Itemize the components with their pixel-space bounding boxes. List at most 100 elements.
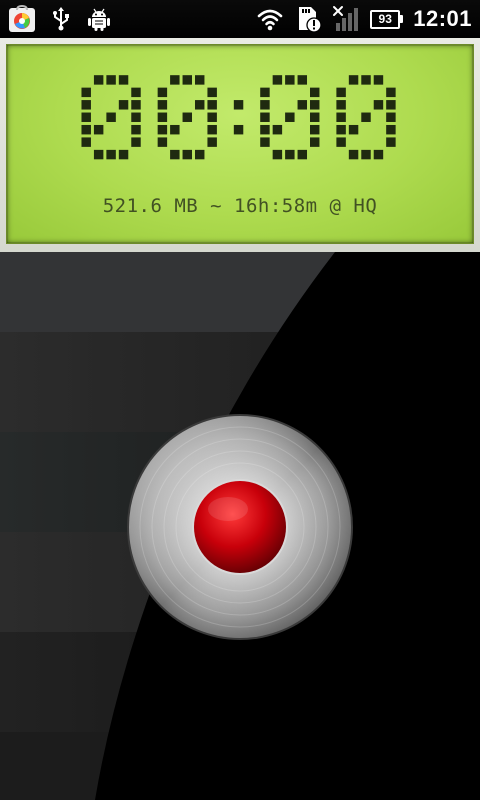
- battery-indicator: 93: [370, 9, 404, 29]
- lcd-pixel: [386, 137, 396, 147]
- lcd-pixel: [207, 100, 217, 110]
- lcd-pixel: [157, 112, 168, 122]
- record-button[interactable]: [126, 413, 354, 641]
- lcd-pixel: [348, 75, 359, 85]
- lcd-pixel: [309, 87, 320, 98]
- recording-timer: [81, 75, 396, 160]
- lcd-pixel: [373, 100, 384, 110]
- status-bar: 93 12:01: [0, 0, 480, 38]
- timer-colon: [233, 100, 244, 135]
- lcd-pixel: [260, 112, 270, 122]
- lcd-pixel: [118, 100, 129, 110]
- lcd-pixel: [81, 124, 91, 135]
- lcd-pixel: [361, 149, 371, 160]
- wifi-icon: [257, 9, 283, 31]
- lcd-pixel: [348, 124, 359, 135]
- lcd-pixel: [93, 149, 104, 160]
- lcd-pixel: [309, 137, 320, 147]
- lcd-pixel: [170, 124, 180, 135]
- lcd-pixel: [157, 87, 168, 98]
- lcd-pixel: [309, 124, 320, 135]
- lcd-pixel: [131, 100, 141, 110]
- lcd-pixel: [93, 75, 104, 85]
- lcd-pixel: [118, 149, 129, 160]
- lcd-pixel: [81, 112, 91, 122]
- lcd-pixel: [297, 100, 308, 110]
- lcd-pixel: [131, 137, 141, 147]
- lcd-pixel: [386, 124, 396, 135]
- sd-card-alert-icon: [299, 7, 322, 33]
- lcd-pixel: [297, 149, 308, 160]
- lcd-pixel: [285, 75, 295, 85]
- timer-digit: [81, 75, 141, 160]
- lcd-pixel: [157, 100, 168, 110]
- timer-digit: [336, 75, 396, 160]
- lcd-pixel: [336, 137, 346, 147]
- lcd-pixel: [81, 87, 91, 98]
- lcd-pixel: [361, 112, 371, 122]
- status-clock: 12:01: [413, 6, 472, 31]
- lcd-pixel: [260, 100, 270, 110]
- lcd-pixel: [157, 137, 168, 147]
- lcd-pixel: [285, 149, 295, 160]
- lcd-frame: 521.6 MB ~ 16h:58m @ HQ: [0, 38, 480, 252]
- lcd-pixel: [170, 149, 180, 160]
- lcd-pixel: [81, 137, 91, 147]
- record-icon: [127, 414, 353, 640]
- usb-icon: [53, 7, 69, 31]
- lcd-pixel: [373, 75, 384, 85]
- lcd-pixel: [309, 112, 320, 122]
- lcd-pixel: [182, 149, 193, 160]
- lcd-pixel: [285, 112, 295, 122]
- lcd-pixel: [272, 149, 283, 160]
- lcd-pixel: [309, 100, 320, 110]
- lcd-pixel: [118, 75, 129, 85]
- lcd-pixel: [260, 124, 270, 135]
- lcd-pixel: [260, 137, 270, 147]
- lcd-pixel: [194, 100, 205, 110]
- lcd-pixel: [194, 149, 205, 160]
- lcd-pixel: [336, 87, 346, 98]
- lcd-pixel: [131, 112, 141, 122]
- lcd-pixel: [182, 112, 193, 122]
- lcd-pixel: [207, 112, 217, 122]
- lcd-pixel: [81, 100, 91, 110]
- lcd-pixel: [106, 75, 116, 85]
- lcd-pixel: [207, 124, 217, 135]
- lcd-pixel: [386, 100, 396, 110]
- lcd-pixel: [194, 75, 205, 85]
- lcd-pixel: [260, 87, 270, 98]
- lcd-pixel: [207, 87, 217, 98]
- lcd-pixel: [386, 87, 396, 98]
- lcd-pixel: [157, 124, 168, 135]
- lcd-pixel: [170, 75, 180, 85]
- lcd-pixel: [297, 75, 308, 85]
- lcd-pixel: [272, 124, 283, 135]
- lcd-pixel: [373, 149, 384, 160]
- lcd-pixel: [361, 75, 371, 85]
- timer-digit: [157, 75, 217, 160]
- recorder-panel: [0, 252, 480, 800]
- timer-digit: [260, 75, 320, 160]
- market-notification-icon: [9, 5, 35, 32]
- lcd-pixel: [207, 137, 217, 147]
- lcd-pixel: [336, 124, 346, 135]
- lcd-pixel: [106, 149, 116, 160]
- lcd-pixel: [336, 100, 346, 110]
- lcd-pixel: [182, 75, 193, 85]
- lcd-pixel: [233, 100, 244, 110]
- lcd-pixel: [272, 75, 283, 85]
- android-debug-icon: [88, 8, 110, 31]
- battery-level: 93: [370, 9, 401, 29]
- system-status-area[interactable]: 93 12:01: [256, 3, 472, 35]
- lcd-pixel: [131, 124, 141, 135]
- lcd-pixel: [93, 124, 104, 135]
- lcd-display: 521.6 MB ~ 16h:58m @ HQ: [6, 44, 474, 244]
- lcd-pixel: [336, 112, 346, 122]
- lcd-pixel: [131, 87, 141, 98]
- signal-off-icon: [333, 6, 359, 31]
- storage-info: 521.6 MB ~ 16h:58m @ HQ: [102, 195, 378, 217]
- notification-area[interactable]: [8, 3, 112, 35]
- lcd-pixel: [233, 124, 244, 135]
- lcd-pixel: [386, 112, 396, 122]
